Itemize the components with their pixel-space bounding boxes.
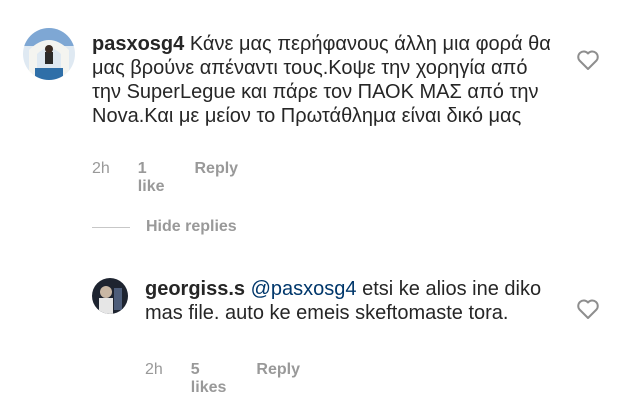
comment-text: georgiss.s @pasxosg4 etsi ke alios ine d… <box>145 277 565 325</box>
reply-button[interactable]: Reply <box>256 361 300 397</box>
avatar-photo-icon <box>23 28 75 80</box>
comment-username[interactable]: georgiss.s <box>145 278 245 300</box>
comment-meta: 2h 5 likes Reply <box>145 361 300 397</box>
mention-link[interactable]: @pasxosg4 <box>251 278 357 300</box>
comment-likes[interactable]: 5 likes <box>191 361 227 397</box>
comment-time[interactable]: 2h <box>145 361 163 397</box>
avatar[interactable] <box>92 278 128 314</box>
avatar-photo-icon <box>92 278 128 314</box>
hide-replies-label: Hide replies <box>146 218 237 235</box>
hide-replies-button[interactable]: Hide replies <box>92 218 237 236</box>
comment-username[interactable]: pasxosg4 <box>92 33 184 55</box>
avatar[interactable] <box>23 28 75 80</box>
comment-text: pasxosg4 Κάνε μας περήφανους άλλη μια φο… <box>92 32 562 128</box>
comment-likes[interactable]: 1 like <box>138 160 165 196</box>
comment-time[interactable]: 2h <box>92 160 110 196</box>
divider <box>92 226 130 228</box>
comment-meta: 2h 1 like Reply <box>92 160 238 196</box>
heart-icon[interactable] <box>576 298 600 320</box>
reply-button[interactable]: Reply <box>194 160 238 196</box>
heart-icon[interactable] <box>576 49 600 71</box>
